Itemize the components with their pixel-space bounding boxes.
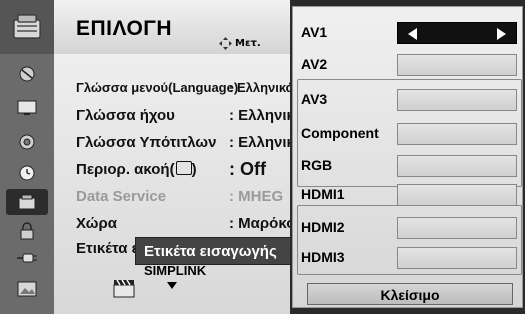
- row-label: Γλώσσα μενού(Language): [76, 80, 239, 95]
- input-name: AV2: [301, 56, 328, 72]
- close-button[interactable]: Κλείσιμο: [307, 283, 513, 305]
- closed-caption-icon: [175, 161, 192, 175]
- input-name: AV3: [301, 91, 328, 107]
- input-row-av1[interactable]: AV1: [301, 20, 521, 46]
- input-row-hdmi3[interactable]: HDMI3: [301, 245, 521, 271]
- menu-title: ΕΠΙΛΟΓΗ: [76, 17, 173, 40]
- input-name: HDMI3: [301, 249, 345, 265]
- arrow-left-icon[interactable]: [408, 28, 417, 40]
- row-label: Περιορ. ακοή(): [76, 161, 197, 178]
- menu-row-subtitle-language[interactable]: Γλώσσα Υπότιτλων : Ελληνικά: [76, 134, 304, 158]
- photo-frame-icon[interactable]: [6, 276, 48, 302]
- menu-row-audio-language[interactable]: Γλώσσα ήχου : Ελληνικά: [76, 107, 304, 131]
- input-name: HDMI1: [301, 186, 345, 202]
- input-label-field[interactable]: [397, 247, 517, 269]
- audio-speaker-icon[interactable]: [6, 129, 48, 155]
- input-name: AV1: [301, 24, 328, 40]
- row-label: Γλώσσα ήχου: [76, 107, 175, 124]
- scroll-down-arrow-icon[interactable]: [167, 282, 177, 289]
- input-label-field[interactable]: [397, 54, 517, 76]
- input-label-field[interactable]: [397, 89, 517, 111]
- row-value: : Ελληνικά: [229, 80, 294, 95]
- input-name: RGB: [301, 157, 333, 173]
- options-box-icon[interactable]: [6, 189, 48, 215]
- row-label: Γλώσσα Υπότιτλων: [76, 134, 217, 151]
- input-row-component[interactable]: Component: [301, 121, 521, 147]
- move-hint: Μετ.: [235, 38, 261, 49]
- simplink-clapper-icon: [113, 279, 135, 298]
- input-label-field[interactable]: [397, 155, 517, 177]
- input-label-selector[interactable]: [397, 22, 517, 44]
- option-category-header-icon: [0, 0, 54, 54]
- clock-icon[interactable]: [6, 160, 48, 186]
- row-label: Data Service: [76, 188, 167, 205]
- input-row-av3[interactable]: AV3: [301, 87, 521, 113]
- input-name: HDMI2: [301, 219, 345, 235]
- input-label-tooltip: Ετικέτα εισαγωγής: [135, 237, 295, 265]
- menu-row-menu-language[interactable]: Γλώσσα μενού(Language): Ελληνικά: [76, 78, 296, 102]
- setup-menu-panel: ΕΠΙΛΟΓΗ Μετ. Γλώσσα μενού(Language): Ελλ…: [0, 0, 304, 314]
- simplink-area[interactable]: SIMPLINK: [108, 262, 288, 302]
- menu-header: ΕΠΙΛΟΓΗ Μετ.: [54, 0, 290, 54]
- menu-row-country[interactable]: Χώρα : Μαρόκο: [76, 215, 296, 239]
- move-arrows-icon: [219, 37, 232, 50]
- menu-row-hearing-impaired[interactable]: Περιορ. ακοή() : Off: [76, 159, 296, 185]
- row-label: Χώρα: [76, 215, 117, 232]
- input-row-av2[interactable]: AV2: [301, 52, 521, 78]
- usb-plug-icon[interactable]: [6, 245, 48, 271]
- input-list: AV1 AV2 AV3 Component RGB HDMI1 HDMI2 HD…: [292, 6, 523, 308]
- simplink-label: SIMPLINK: [144, 263, 207, 278]
- category-icon-column: [0, 0, 54, 314]
- menu-row-data-service: Data Service : MHEG: [76, 188, 296, 212]
- satellite-dish-icon[interactable]: [6, 61, 48, 87]
- row-value: : Μαρόκο: [229, 215, 296, 232]
- input-label-panel: AV1 AV2 AV3 Component RGB HDMI1 HDMI2 HD…: [290, 0, 525, 314]
- input-label-field[interactable]: [397, 217, 517, 239]
- row-value: : MHEG: [229, 188, 284, 205]
- input-label-field[interactable]: [397, 123, 517, 145]
- input-row-hdmi2[interactable]: HDMI2: [301, 215, 521, 241]
- input-row-hdmi1[interactable]: HDMI1: [301, 182, 521, 208]
- tv-screen-icon[interactable]: [6, 95, 48, 121]
- row-value: : Off: [229, 159, 266, 179]
- input-row-rgb[interactable]: RGB: [301, 153, 521, 179]
- lock-icon[interactable]: [6, 218, 48, 244]
- input-label-field[interactable]: [397, 184, 517, 206]
- arrow-right-icon[interactable]: [497, 28, 506, 40]
- input-name: Component: [301, 125, 379, 141]
